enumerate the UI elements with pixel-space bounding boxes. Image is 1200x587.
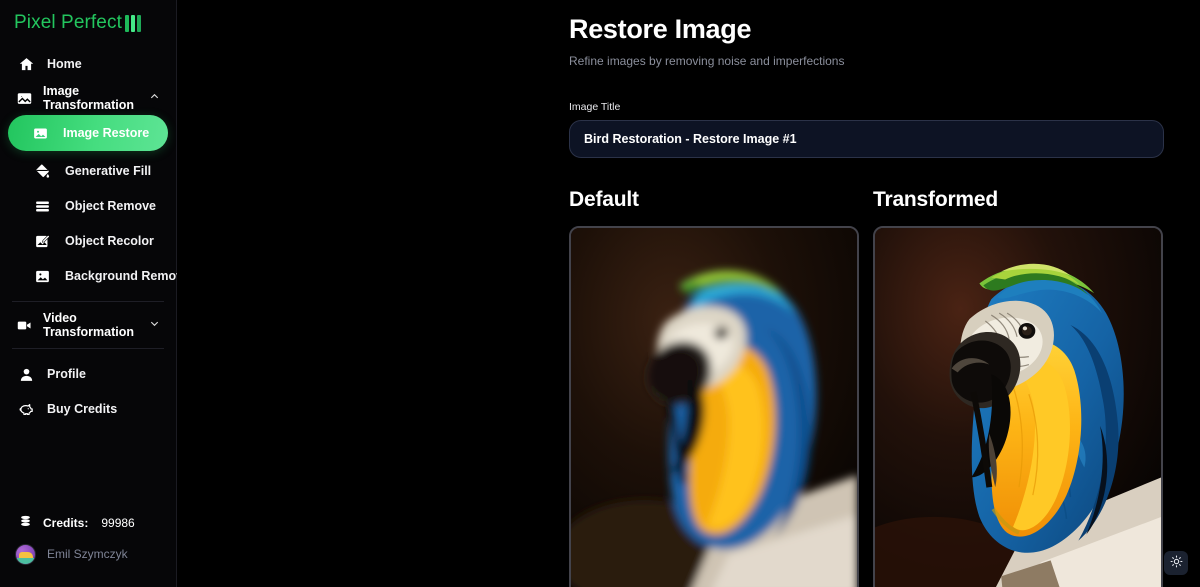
transformed-image-panel: Transformed <box>873 188 1163 587</box>
sidebar-item-generative-fill[interactable]: Generative Fill <box>10 156 166 186</box>
sidebar-item-buy-credits[interactable]: Buy Credits <box>10 394 166 424</box>
page-title: Restore Image <box>569 14 752 44</box>
sidebar-footer: Credits: 99986 Emil Szymczyk <box>0 510 176 587</box>
sidebar: Pixel Perfect Home Image Transformation … <box>0 0 190 587</box>
home-icon <box>18 56 35 73</box>
sidebar-divider-top <box>12 301 164 302</box>
main-content: Restore Image Refine images by removing … <box>177 0 1200 587</box>
sidebar-item-object-remove[interactable]: Object Remove <box>10 191 166 221</box>
transformed-parrot-image <box>875 228 1161 587</box>
image-icon <box>16 90 33 107</box>
sidebar-item-label: Profile <box>47 367 86 381</box>
theme-toggle-button[interactable] <box>1164 551 1188 575</box>
sidebar-item-label: Object Remove <box>65 199 157 213</box>
sidebar-item-label: Image Restore <box>63 126 150 140</box>
sidebar-item-label: Object Recolor <box>65 234 154 248</box>
transformed-panel-title: Transformed <box>873 188 998 211</box>
sidebar-item-label: Generative Fill <box>65 164 152 178</box>
piggy-bank-icon <box>18 401 35 418</box>
sidebar-nav: Home Image Transformation Image Restore … <box>0 38 190 429</box>
default-image-frame[interactable] <box>569 226 859 587</box>
image-restore-icon <box>32 125 49 142</box>
logo-text: Pixel Perfect <box>14 12 122 33</box>
sun-icon <box>1170 555 1183 571</box>
user-profile-row[interactable]: Emil Szymczyk <box>0 539 176 569</box>
image-title-field-block: Image Title <box>569 101 1164 158</box>
video-icon <box>16 317 33 334</box>
chevron-down-icon[interactable] <box>149 318 160 332</box>
sidebar-item-image-restore[interactable]: Image Restore <box>8 115 168 151</box>
credits-label: Credits: <box>43 516 89 530</box>
sidebar-group-label: Image Transformation <box>43 84 134 112</box>
sidebar-item-label: Buy Credits <box>47 402 118 416</box>
chevron-up-icon[interactable] <box>149 91 160 105</box>
app-logo[interactable]: Pixel Perfect <box>0 0 176 38</box>
sidebar-item-label: Home <box>47 57 82 71</box>
sidebar-item-label: Background Remove <box>65 269 191 283</box>
credits-value: 99986 <box>101 516 135 530</box>
object-recolor-icon <box>34 233 51 250</box>
image-comparison: Default Transformed <box>569 188 1200 587</box>
object-remove-icon <box>34 198 51 215</box>
avatar[interactable] <box>15 543 36 565</box>
user-name: Emil Szymczyk <box>47 547 128 561</box>
sidebar-item-background-remove[interactable]: Background Remove <box>10 261 190 291</box>
page-subtitle: Refine images by removing noise and impe… <box>569 54 845 68</box>
transformed-image-frame[interactable] <box>873 226 1163 587</box>
sidebar-item-profile[interactable]: Profile <box>10 359 166 389</box>
content-wrapper: Restore Image Refine images by removing … <box>177 0 1200 587</box>
generative-fill-icon <box>34 163 51 180</box>
sidebar-group-video-transformation[interactable]: Video Transformation <box>10 311 166 339</box>
image-title-input[interactable] <box>569 120 1164 158</box>
sidebar-item-home[interactable]: Home <box>10 49 166 79</box>
sidebar-divider-bottom <box>12 348 164 349</box>
image-title-label: Image Title <box>569 101 621 113</box>
default-panel-title: Default <box>569 188 639 211</box>
sidebar-group-image-transformation[interactable]: Image Transformation <box>10 84 166 112</box>
coins-icon <box>18 514 33 532</box>
sidebar-item-object-recolor[interactable]: Object Recolor <box>10 226 166 256</box>
app-root: Pixel Perfect Home Image Transformation … <box>0 0 1200 587</box>
default-parrot-image <box>571 228 857 587</box>
background-remove-icon <box>34 268 51 285</box>
credits-display: Credits: 99986 <box>0 510 176 536</box>
user-icon <box>18 366 35 383</box>
default-image-panel: Default <box>569 188 859 587</box>
logo-bars-icon <box>124 14 141 32</box>
sidebar-group-label: Video Transformation <box>43 311 134 339</box>
